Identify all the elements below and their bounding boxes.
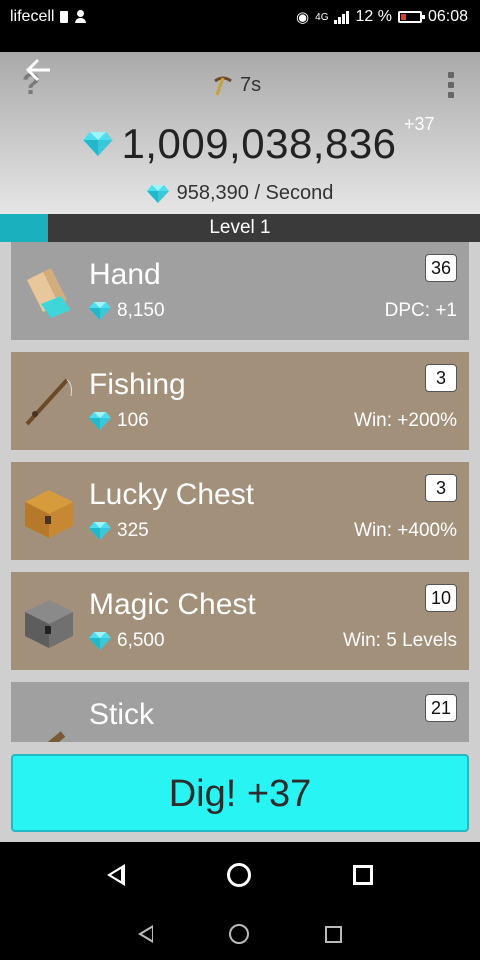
stick-icon (47, 731, 66, 742)
level-label: Level 1 (209, 217, 271, 238)
item-effect: Win: +400% (354, 520, 457, 541)
item-count-badge: 21 (424, 694, 457, 722)
item-count-badge: 36 (424, 254, 457, 282)
item-count-badge: 3 (425, 364, 457, 392)
level-progress-bar: Level 1 (0, 214, 480, 242)
item-cost: 325 (89, 520, 149, 542)
nav-back-icon[interactable] (138, 925, 153, 943)
gem-icon (89, 302, 111, 320)
item-name: Stick (89, 698, 155, 731)
more-menu-icon[interactable] (448, 72, 454, 98)
signal-icon (334, 10, 350, 24)
item-cost-value: 106 (117, 410, 149, 431)
income-rate: 958,390 / Second (0, 182, 480, 209)
balance-value: 1,009,038,836 (121, 120, 397, 167)
upgrade-card-hand[interactable]: Hand 8,150 DPC: +1 36 (11, 242, 469, 340)
rate-value: 958,390 / Second (176, 182, 334, 204)
nav-home-icon[interactable] (227, 863, 251, 887)
status-bar: lifecell ◉ 4G 12 % 06:08 (0, 0, 480, 36)
gem-icon (89, 632, 111, 650)
upgrade-card-lucky-chest[interactable]: Lucky Chest 325 Win: +400% 3 (11, 462, 469, 560)
network-type: 4G (315, 11, 329, 23)
item-name: Fishing (89, 368, 186, 401)
item-count-badge: 3 (425, 474, 457, 502)
magic-chest-icon (25, 600, 73, 648)
timer-value: 7s (240, 74, 262, 96)
item-cost: 8,150 (89, 300, 165, 322)
item-cost-value: 325 (117, 520, 149, 541)
upgrade-card-magic-chest[interactable]: Magic Chest 6,500 Win: 5 Levels 10 (11, 572, 469, 670)
item-name: Lucky Chest (89, 478, 255, 511)
item-cost-value: 8,150 (117, 300, 165, 321)
battery-percent: 12 % (355, 8, 392, 25)
upgrade-list[interactable]: Hand 8,150 DPC: +1 36 Fishing 106 Win: +… (0, 242, 480, 742)
gem-icon (147, 185, 169, 203)
secondary-nav-bar (0, 908, 480, 960)
nav-home-icon[interactable] (229, 924, 249, 944)
gem-icon (83, 132, 113, 156)
nav-recents-icon[interactable] (325, 925, 342, 943)
item-name: Hand (89, 258, 161, 291)
lucky-chest-icon (25, 490, 73, 538)
battery-icon (397, 11, 425, 23)
item-cost-value: 6,500 (117, 630, 165, 651)
back-arrow-icon[interactable] (24, 56, 54, 86)
sim-icon (60, 11, 69, 23)
hand-icon (27, 268, 71, 318)
eye-icon: ◉ (296, 9, 310, 26)
game-screen: ? 7s 1,009,038,836 +37 958,390 / Second (0, 52, 480, 842)
carrier-label: lifecell (10, 8, 55, 25)
item-cost: 6,500 (89, 630, 165, 652)
gem-icon (89, 412, 111, 430)
upgrade-card-stick[interactable]: Stick 21 (11, 682, 469, 742)
system-nav-bar (0, 842, 480, 908)
balance-display: 1,009,038,836 +37 (0, 114, 480, 168)
balance-delta: +37 (404, 114, 435, 134)
nav-back-icon[interactable] (107, 864, 125, 886)
item-effect: Win: 5 Levels (342, 630, 457, 651)
nav-recents-icon[interactable] (353, 865, 373, 885)
fishing-rod-icon (25, 378, 72, 426)
user-icon (74, 10, 88, 24)
item-count-badge: 10 (424, 584, 457, 612)
item-name: Magic Chest (89, 588, 256, 621)
header: ? 7s 1,009,038,836 +37 958,390 / Second (0, 52, 480, 214)
pickaxe-icon (214, 76, 232, 95)
clock: 06:08 (427, 8, 468, 25)
item-effect: DPC: +1 (384, 300, 457, 321)
item-cost: 106 (89, 410, 149, 432)
dig-button[interactable]: Dig! +37 (11, 754, 469, 832)
upgrade-card-fishing[interactable]: Fishing 106 Win: +200% 3 (11, 352, 469, 450)
gem-icon (89, 522, 111, 540)
item-effect: Win: +200% (354, 410, 457, 431)
boost-timer[interactable]: 7s (212, 74, 261, 97)
